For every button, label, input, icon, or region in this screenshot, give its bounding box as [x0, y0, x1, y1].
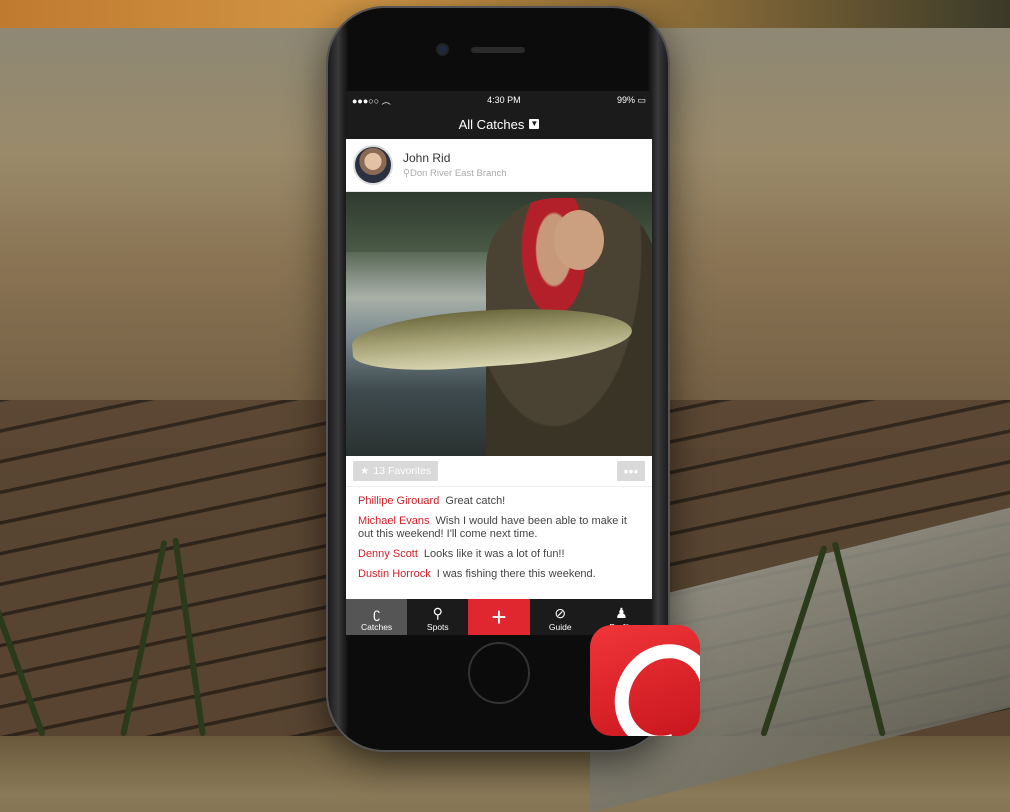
star-icon: ★	[360, 465, 370, 477]
feed-filter-title[interactable]: All Catches	[459, 117, 525, 132]
comments-list: Phillipe Girouard Great catch! Michael Ev…	[346, 487, 652, 581]
home-button[interactable]	[468, 642, 530, 704]
more-options-button[interactable]: •••	[617, 461, 645, 481]
app-screen: ●●●○○ ︵ 4:30 PM 99% ▭ All Catches ▼ John…	[346, 91, 652, 635]
plus-icon: +	[491, 601, 507, 632]
favorites-count: 13 Favorites	[373, 465, 432, 477]
front-camera	[438, 45, 447, 54]
map-pin-icon: ⚲	[432, 605, 443, 621]
comment-item: Michael Evans Wish I would have been able…	[358, 515, 640, 541]
speaker-grille	[471, 47, 525, 53]
tab-spots[interactable]: ⚲ Spots	[407, 599, 468, 635]
comment-author[interactable]: Dustin Horrock	[358, 568, 431, 580]
logo-mark	[595, 625, 700, 736]
app-logo	[590, 625, 700, 736]
photo-face	[554, 210, 604, 270]
tab-guide[interactable]: ⊘ Guide	[530, 599, 591, 635]
avatar[interactable]	[353, 145, 393, 185]
status-time: 4:30 PM	[487, 95, 521, 105]
favorites-button[interactable]: ★ 13 Favorites	[353, 461, 439, 481]
comment-author[interactable]: Phillipe Girouard	[358, 495, 439, 507]
post-author[interactable]: John Rid	[403, 151, 507, 165]
status-bar: ●●●○○ ︵ 4:30 PM 99% ▭	[346, 91, 652, 109]
comment-text: Looks like it was a lot of fun!!	[423, 548, 565, 560]
catch-photo[interactable]	[346, 192, 652, 456]
battery-level: 99% ▭	[616, 94, 646, 105]
profile-icon: ♟	[615, 605, 628, 621]
comment-author[interactable]: Denny Scott	[358, 548, 418, 560]
post-actions: ★ 13 Favorites •••	[346, 456, 652, 487]
comment-text: I was fishing there this weekend.	[436, 568, 596, 580]
tab-catches[interactable]: ʗ Catches	[346, 599, 408, 635]
comment-item: Denny Scott Looks like it was a lot of fu…	[358, 548, 640, 561]
post-header: John Rid ⚲Don River East Branch	[346, 139, 652, 192]
map-pin-icon: ⚲	[403, 168, 410, 179]
chevron-down-icon[interactable]: ▼	[529, 119, 540, 129]
comment-author[interactable]: Michael Evans	[358, 515, 430, 527]
hook-icon: ʗ	[373, 605, 381, 621]
comment-text: Great catch!	[445, 495, 506, 507]
signal-icon: ●●●○○ ︵	[352, 95, 391, 106]
compass-icon: ⊘	[554, 605, 567, 621]
comment-item: Phillipe Girouard Great catch!	[358, 495, 640, 508]
post-location[interactable]: ⚲Don River East Branch	[403, 168, 507, 179]
add-catch-button[interactable]: +	[468, 599, 530, 635]
nav-bar: All Catches ▼	[346, 109, 652, 139]
comment-item: Dustin Horrock I was fishing there this w…	[358, 568, 640, 581]
